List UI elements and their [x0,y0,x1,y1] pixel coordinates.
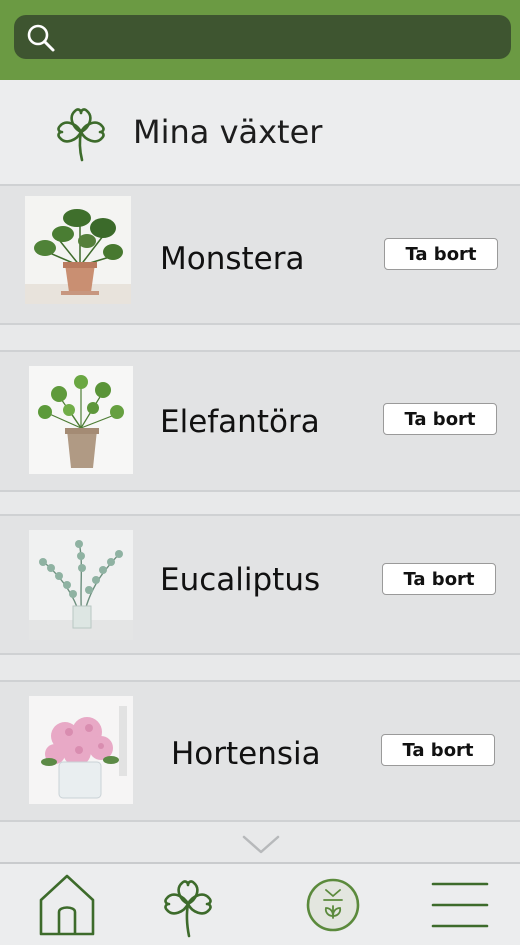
remove-button[interactable]: Ta bort [384,238,498,270]
nav-menu[interactable] [430,872,490,938]
search-input[interactable] [66,21,500,55]
page-title: Mina växter [133,113,323,151]
eucaliptus-photo [29,530,133,640]
top-bar [0,0,520,80]
plant-row-elefantora[interactable]: Elefantöra Ta bort [0,350,520,492]
clover-icon [164,880,212,938]
remove-button[interactable]: Ta bort [383,403,497,435]
plant-row-eucaliptus[interactable]: Eucaliptus Ta bort [0,514,520,655]
clover-icon [57,108,105,162]
home-icon [39,874,95,936]
plant-name: Elefantöra [160,404,320,440]
nav-home[interactable] [38,872,96,938]
page-header: Mina växter [0,80,520,186]
plant-name: Eucaliptus [160,562,321,598]
sprout-badge-icon [306,878,360,932]
search-bar[interactable] [14,15,511,59]
elefantora-photo [29,366,133,474]
monstera-photo [25,196,131,304]
plant-row-monstera[interactable]: Monstera Ta bort [0,184,520,325]
bottom-nav [0,862,520,945]
search-icon[interactable] [26,23,56,53]
hortensia-photo [29,696,133,804]
plant-name: Monstera [160,241,305,277]
plant-row-hortensia[interactable]: Hortensia Ta bort [0,680,520,822]
plant-name: Hortensia [171,736,321,772]
remove-button[interactable]: Ta bort [382,563,496,595]
nav-my-plants[interactable] [160,872,216,938]
hamburger-menu-icon [431,882,489,928]
remove-button[interactable]: Ta bort [381,734,495,766]
nav-plant-badge[interactable] [304,872,362,938]
chevron-down-icon[interactable] [242,834,280,856]
